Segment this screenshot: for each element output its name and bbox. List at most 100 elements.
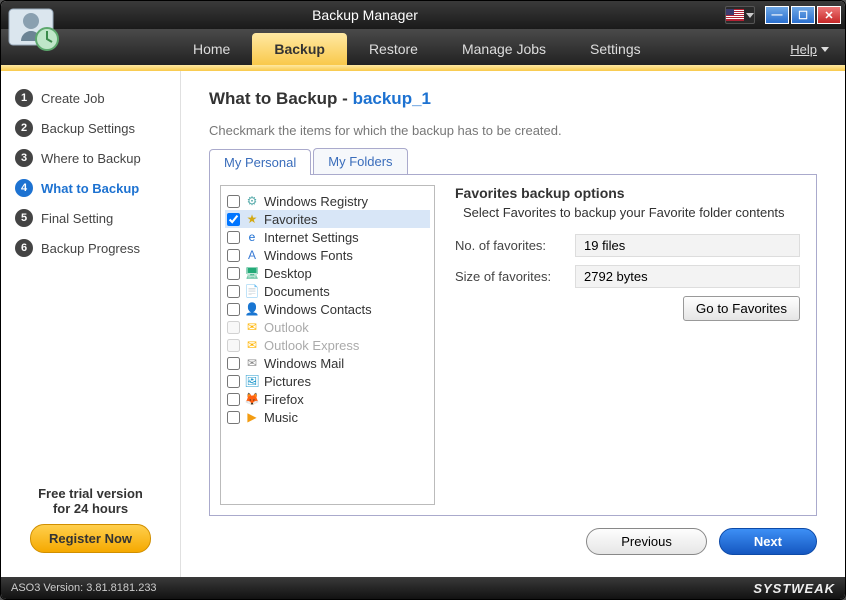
item-icon: 🖼 [244,373,260,389]
favorites-count-value: 19 files [575,234,800,257]
backup-item-outlook: ✉ Outlook [225,318,430,336]
backup-item-checkbox[interactable] [227,267,240,280]
backup-item-checkbox[interactable] [227,231,240,244]
page-heading: What to Backup - backup_1 [209,89,817,109]
backup-item-checkbox [227,321,240,334]
backup-item-desktop[interactable]: 🖥Desktop [225,264,430,282]
tab-backup[interactable]: Backup [252,33,347,65]
item-label: Windows Mail [264,356,344,371]
backup-item-checkbox[interactable] [227,411,240,424]
backup-item-internet-settings[interactable]: e Internet Settings [225,228,430,246]
backup-item-checkbox[interactable] [227,375,240,388]
backup-item-favorites[interactable]: ★Favorites [225,210,430,228]
subtab-my-personal[interactable]: My Personal [209,149,311,175]
language-button[interactable] [725,6,755,24]
backup-item-documents[interactable]: 📄Documents [225,282,430,300]
content-area: What to Backup - backup_1 Checkmark the … [181,71,845,577]
backup-item-checkbox[interactable] [227,393,240,406]
tab-home[interactable]: Home [171,33,252,65]
favorites-count-label: No. of favorites: [455,238,575,253]
backup-item-windows-fonts[interactable]: AWindows Fonts [225,246,430,264]
item-icon: ⚙ [244,193,260,209]
brand-text: SYSTWEAK [753,581,835,596]
step-label: Final Setting [41,211,113,226]
step-label: Backup Progress [41,241,140,256]
backup-item-windows-registry[interactable]: ⚙ Windows Registry [225,192,430,210]
backup-item-checkbox[interactable] [227,249,240,262]
tab-settings[interactable]: Settings [568,33,663,65]
register-button[interactable]: Register Now [30,524,151,553]
tab-restore[interactable]: Restore [347,33,440,65]
main-panel: ⚙ Windows Registry★Favoritese Internet Set… [209,174,817,516]
sub-tabs: My Personal My Folders [209,148,817,174]
item-label: Music [264,410,298,425]
item-icon: 🖥 [244,265,260,281]
step-label: What to Backup [41,181,139,196]
step-number: 5 [15,209,33,227]
main-tabs: Home Backup Restore Manage Jobs Settings… [1,29,845,65]
item-icon: 🦊 [244,391,260,407]
go-to-favorites-button[interactable]: Go to Favorites [683,296,800,321]
item-label: Windows Registry [264,194,368,209]
window-title: Backup Manager [5,7,725,23]
status-bar: ASO3 Version: 3.81.8181.233 SYSTWEAK [1,577,845,599]
details-title: Favorites backup options [455,185,800,201]
help-label: Help [790,42,817,57]
backup-item-checkbox[interactable] [227,357,240,370]
heading-prefix: What to Backup - [209,89,353,108]
chevron-down-icon [746,13,754,18]
wizard-step-where-to-backup[interactable]: 3 Where to Backup [1,143,180,173]
item-label: Outlook [264,320,309,335]
backup-item-windows-mail[interactable]: ✉ Windows Mail [225,354,430,372]
item-icon: ★ [244,211,260,227]
app-logo-icon [7,5,67,53]
backup-item-checkbox[interactable] [227,303,240,316]
app-window: Backup Manager — ☐ ✕ Home Backup Restore… [0,0,846,600]
item-icon: ✉ [244,355,260,371]
item-icon: ✉ [244,319,260,335]
wizard-sidebar: 1Create Job 2 Backup Settings 3 Where to Bac… [1,71,181,577]
us-flag-icon [726,9,744,21]
backup-items-list[interactable]: ⚙ Windows Registry★Favoritese Internet Set… [220,185,435,505]
backup-item-checkbox[interactable] [227,285,240,298]
backup-item-firefox[interactable]: 🦊Firefox [225,390,430,408]
previous-button[interactable]: Previous [586,528,707,555]
minimize-button[interactable]: — [765,6,789,24]
maximize-button[interactable]: ☐ [791,6,815,24]
wizard-step-final-setting[interactable]: 5 Final Setting [1,203,180,233]
item-icon: ✉ [244,337,260,353]
backup-item-checkbox[interactable] [227,213,240,226]
step-number: 3 [15,149,33,167]
item-label: Windows Fonts [264,248,353,263]
next-button[interactable]: Next [719,528,817,555]
wizard-step-backup-settings[interactable]: 2 Backup Settings [1,113,180,143]
backup-item-checkbox[interactable] [227,195,240,208]
step-number: 2 [15,119,33,137]
item-icon: e [244,229,260,245]
item-icon: 👤 [244,301,260,317]
subtab-my-folders[interactable]: My Folders [313,148,407,174]
close-button[interactable]: ✕ [817,6,841,24]
backup-item-windows-contacts[interactable]: 👤Windows Contacts [225,300,430,318]
help-link[interactable]: Help [786,34,833,65]
step-label: Where to Backup [41,151,141,166]
wizard-step-backup-progress[interactable]: 6 Backup Progress [1,233,180,263]
item-label: Outlook Express [264,338,359,353]
step-number: 1 [15,89,33,107]
item-label: Internet Settings [264,230,359,245]
body: 1Create Job 2 Backup Settings 3 Where to Bac… [1,71,845,577]
favorites-size-value: 2792 bytes [575,265,800,288]
tab-manage-jobs[interactable]: Manage Jobs [440,33,568,65]
step-number: 6 [15,239,33,257]
trial-text: Free trial version for 24 hours [13,486,168,516]
favorites-size-label: Size of favorites: [455,269,575,284]
backup-item-music[interactable]: ▶ Music [225,408,430,426]
sidebar-footer: Free trial version for 24 hours Register… [1,474,180,565]
backup-item-pictures[interactable]: 🖼Pictures [225,372,430,390]
step-number: 4 [15,179,33,197]
item-icon: ▶ [244,409,260,425]
backup-item-checkbox [227,339,240,352]
step-label: Backup Settings [41,121,135,136]
wizard-step-what-to-backup[interactable]: 4 What to Backup [1,173,180,203]
wizard-step-create-job[interactable]: 1Create Job [1,83,180,113]
